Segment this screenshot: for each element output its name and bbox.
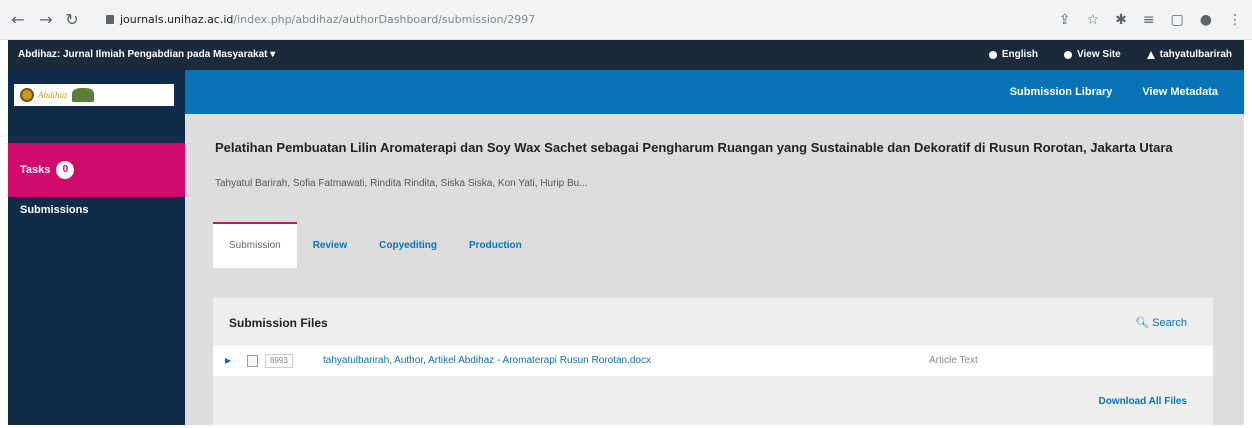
logo-text: Abdihaz — [38, 90, 68, 100]
journal-logo[interactable]: Abdihaz — [14, 84, 174, 106]
share-icon[interactable]: ⇪ — [1059, 10, 1071, 30]
view-metadata-link[interactable]: View Metadata — [1142, 70, 1218, 114]
forward-icon[interactable]: → — [36, 10, 56, 30]
address-bar[interactable]: journals.unihaz.ac.id/index.php/abdihaz/… — [96, 6, 1016, 34]
panel-title: Submission Files — [229, 316, 328, 330]
lock-icon — [106, 15, 114, 24]
tab-icon[interactable]: ▢ — [1171, 10, 1184, 30]
expand-caret-icon[interactable]: ▶ — [225, 346, 231, 376]
browser-toolbar: ← → ↻ journals.unihaz.ac.id/index.php/ab… — [0, 0, 1252, 40]
tab-copyediting[interactable]: Copyediting — [363, 222, 453, 268]
panel-footer: Download All Files — [213, 376, 1213, 425]
tasks-count-badge: 0 — [56, 161, 75, 180]
main-content: Pelatihan Pembuatan Lilin Aromaterapi da… — [185, 114, 1244, 425]
file-type: Article Text — [929, 355, 978, 366]
file-row: ▶ 8993 tahyatulbarirah, Author, Artikel … — [213, 346, 1213, 376]
reload-icon[interactable]: ↻ — [62, 10, 82, 30]
download-all-files-link[interactable]: Download All Files — [1098, 376, 1187, 428]
back-icon[interactable]: ← — [8, 10, 28, 30]
document-icon — [247, 355, 258, 367]
submission-library-link[interactable]: Submission Library — [1010, 70, 1113, 114]
url-host: journals.unihaz.ac.id — [120, 13, 234, 26]
sidebar: Abdihaz Tasks 0 Submissions — [8, 70, 185, 425]
logo-emblem — [20, 88, 34, 102]
view-site-link[interactable]: View Site — [1064, 40, 1121, 70]
tab-review[interactable]: Review — [297, 222, 363, 268]
language-label: English — [1001, 49, 1039, 60]
username-label: tahyatulbarirah — [1159, 49, 1232, 60]
view-site-label: View Site — [1077, 49, 1121, 60]
panel-header: Submission Files 🔍︎ Search — [213, 298, 1213, 346]
sidebar-item-tasks[interactable]: Tasks 0 — [8, 143, 185, 197]
logo-mark — [71, 88, 94, 102]
search-link[interactable]: 🔍︎ Search — [1135, 298, 1187, 348]
workflow-tabs: Submission Review Copyediting Production — [213, 222, 538, 268]
left-gutter — [0, 40, 8, 425]
submission-files-panel: Submission Files 🔍︎ Search ▶ 8993 tahyat… — [213, 298, 1213, 425]
file-id-badge: 8993 — [265, 354, 293, 368]
user-icon — [1146, 51, 1155, 59]
tab-production[interactable]: Production — [453, 222, 538, 268]
url-path: /index.php/abdihaz/authorDashboard/submi… — [233, 13, 536, 26]
tab-submission[interactable]: Submission — [213, 222, 297, 268]
user-menu[interactable]: tahyatulbarirah — [1146, 40, 1232, 70]
language-link[interactable]: English — [988, 40, 1039, 70]
menu-icon[interactable]: ⋮ — [1228, 10, 1242, 30]
eye-icon — [1064, 51, 1073, 59]
browser-actions: ⇪ ☆ ✱ ≡ ▢ ● ⋮ — [1059, 10, 1242, 30]
tasks-label: Tasks — [20, 164, 51, 176]
logo-area: Abdihaz — [8, 70, 185, 114]
reading-list-icon[interactable]: ≡ — [1143, 10, 1155, 30]
extensions-icon[interactable]: ✱ — [1115, 10, 1127, 30]
profile-icon[interactable]: ● — [1200, 10, 1212, 30]
page-header: Submission Library View Metadata — [185, 70, 1244, 114]
authors-list: Tahyatul Barirah, Sofia Fatmawati, Rindi… — [215, 178, 588, 189]
search-label: Search — [1152, 317, 1187, 329]
globe-icon — [988, 51, 997, 59]
page-title: Pelatihan Pembuatan Lilin Aromaterapi da… — [215, 140, 1173, 155]
right-gutter — [1244, 40, 1252, 425]
sidebar-item-submissions[interactable]: Submissions — [20, 204, 88, 216]
journal-context-menu[interactable]: Abdihaz: Jurnal Ilmiah Pengabdian pada M… — [18, 40, 275, 70]
search-icon: 🔍︎ — [1135, 317, 1150, 329]
file-name-link[interactable]: tahyatulbarirah, Author, Artikel Abdihaz… — [323, 346, 651, 376]
bookmark-star-icon[interactable]: ☆ — [1087, 10, 1100, 30]
site-top-bar: Abdihaz: Jurnal Ilmiah Pengabdian pada M… — [8, 40, 1244, 70]
